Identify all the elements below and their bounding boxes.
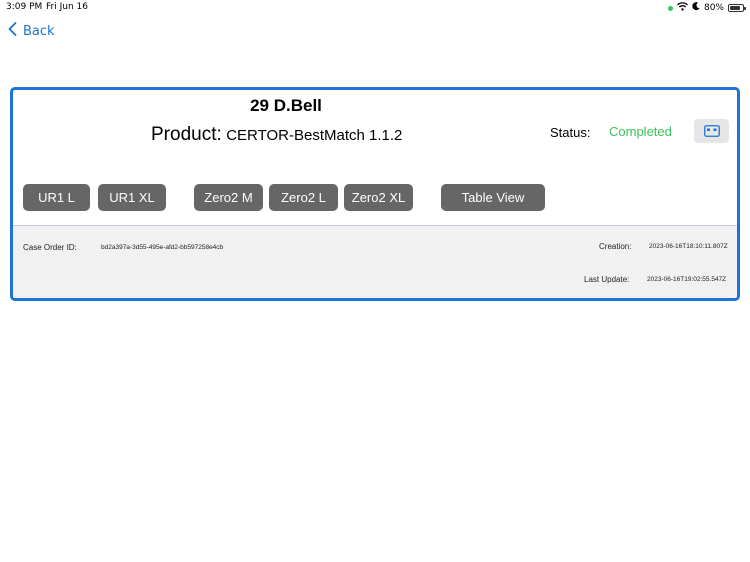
- moon-icon: [692, 2, 700, 14]
- chevron-left-icon: [8, 22, 17, 40]
- table-view-button[interactable]: Table View: [441, 184, 545, 211]
- product-label: Product:: [151, 124, 222, 145]
- zero2-l-button[interactable]: Zero2 L: [269, 184, 338, 211]
- last-update-value: 2023-06-16T19:02:55.547Z: [647, 276, 727, 283]
- ur1-xl-button[interactable]: UR1 XL: [98, 184, 166, 211]
- creation-label: Creation:: [599, 242, 632, 251]
- back-label: Back: [23, 23, 55, 39]
- back-button[interactable]: Back: [8, 22, 55, 40]
- id-card-icon: [703, 122, 720, 141]
- creation-value: 2023-06-16T18:10:11.807Z: [649, 243, 728, 250]
- status-label: Status:: [550, 125, 591, 140]
- battery-icon: [728, 4, 746, 12]
- status-date: Fri Jun 16: [46, 2, 88, 12]
- battery-percent: 80%: [703, 3, 724, 13]
- case-card: 29 D.Bell Product: CERTOR-BestMatch 1.1.…: [10, 87, 740, 301]
- status-time: 3:09 PM: [6, 2, 43, 12]
- last-update-label: Last Update:: [584, 275, 630, 284]
- case-order-value: bd2a397a-3d55-495e-afd2-bb597258e4cb: [101, 244, 224, 251]
- status-bar-right: 80%: [667, 2, 746, 14]
- status-bar: 3:09 PM Fri Jun 16 80%: [0, 0, 750, 14]
- wifi-icon: [677, 2, 688, 14]
- patient-name: 29 D.Bell: [250, 96, 322, 115]
- recording-dot-icon: [667, 5, 673, 11]
- product-line: Product: CERTOR-BestMatch 1.1.2: [151, 124, 402, 146]
- status-value: Completed: [609, 124, 672, 139]
- zero2-xl-button[interactable]: Zero2 XL: [344, 184, 413, 211]
- battery-fill: [730, 6, 740, 10]
- case-order-label: Case Order ID:: [23, 243, 77, 252]
- ur1-l-button[interactable]: UR1 L: [23, 184, 90, 211]
- id-card-button[interactable]: [694, 119, 729, 143]
- zero2-m-button[interactable]: Zero2 M: [194, 184, 263, 211]
- case-footer: Case Order ID: bd2a397a-3d55-495e-afd2-b…: [13, 225, 737, 298]
- product-value: CERTOR-BestMatch 1.1.2: [226, 127, 403, 144]
